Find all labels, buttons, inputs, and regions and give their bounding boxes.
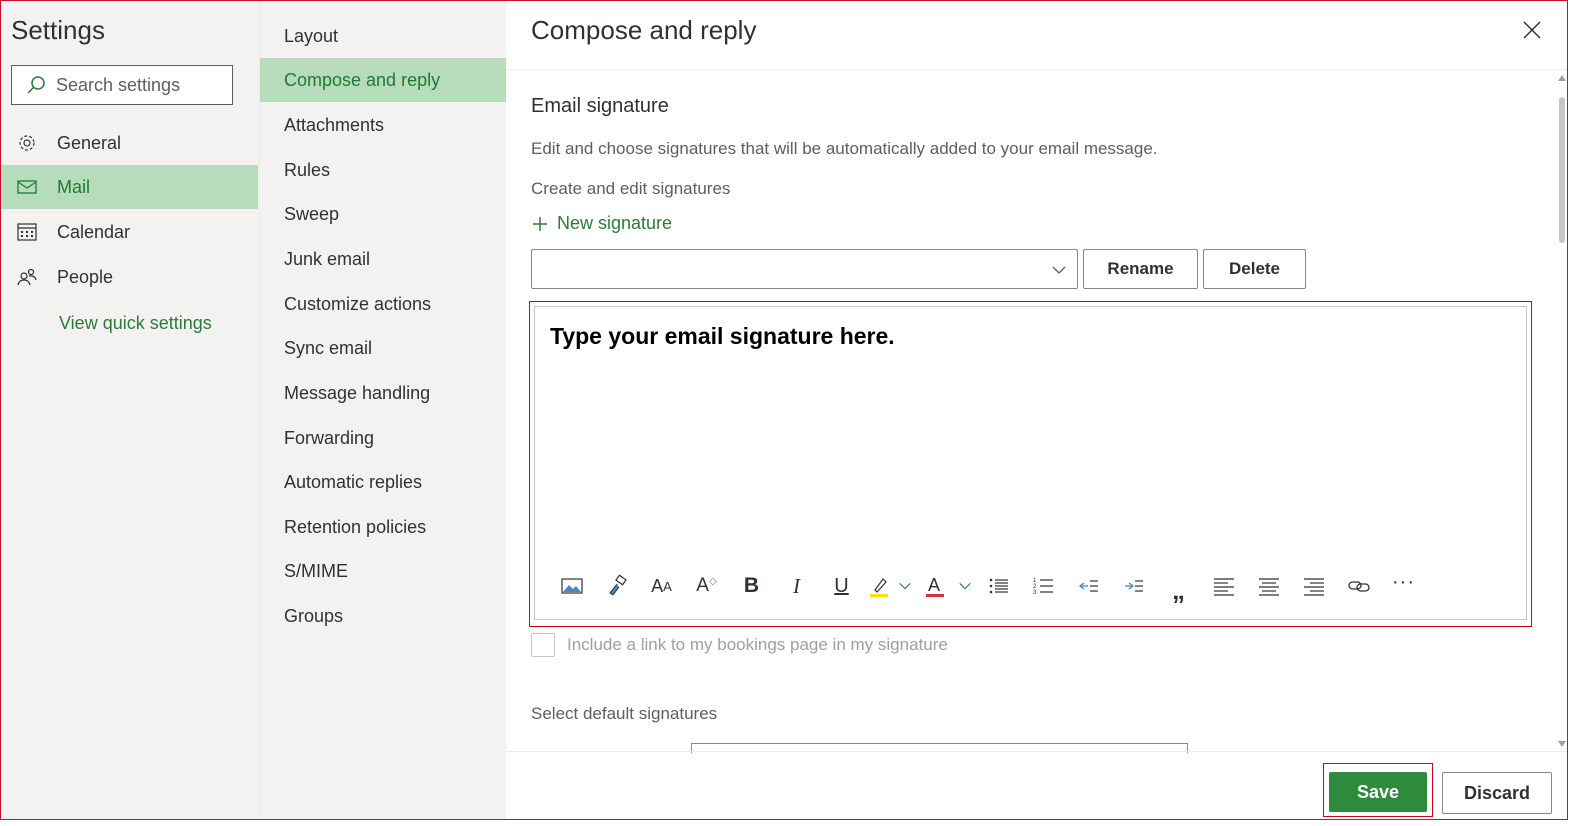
numbering-icon[interactable]: 123 [1021, 571, 1066, 601]
search-icon [27, 76, 45, 94]
decrease-indent-icon[interactable] [1066, 571, 1111, 601]
bullets-icon[interactable] [976, 571, 1021, 601]
settings-window: Settings General Mail Calendar People Vi… [0, 0, 1568, 820]
sidebar-item-label: People [57, 266, 114, 287]
people-icon [17, 268, 37, 286]
svg-text:3: 3 [1033, 590, 1037, 596]
mail-settings-nav: Layout Compose and reply Attachments Rul… [259, 1, 507, 819]
sidebar-item-label: General [57, 132, 122, 153]
bold-icon[interactable]: B [729, 571, 774, 601]
calendar-icon [17, 223, 37, 241]
plus-icon [533, 216, 547, 231]
select-default-label: Select default signatures [531, 704, 718, 723]
midnav-item-sweep[interactable]: Sweep [260, 192, 507, 236]
font-icon[interactable]: AA [639, 571, 684, 601]
header-divider [506, 69, 1567, 70]
midnav-item-smime[interactable]: S/MIME [260, 549, 507, 593]
scroll-up-arrow[interactable] [1558, 75, 1566, 81]
font-size-icon[interactable]: A ◇ [684, 571, 729, 601]
chevron-down-icon [1052, 266, 1066, 274]
close-icon[interactable] [1521, 19, 1543, 41]
insert-image-icon[interactable] [549, 571, 594, 601]
quote-icon[interactable]: „ [1156, 571, 1201, 605]
search-box[interactable] [11, 65, 233, 105]
sidebar-item-label: Mail [57, 176, 91, 197]
include-bookings-label: Include a link to my bookings page in my… [567, 635, 948, 654]
midnav-item-rules[interactable]: Rules [260, 148, 507, 192]
sidebar-item-people[interactable]: People [1, 255, 258, 299]
midnav-item-groups[interactable]: Groups [260, 594, 507, 638]
new-signature-button[interactable]: New signature [531, 213, 672, 234]
include-bookings-checkbox[interactable] [531, 633, 555, 657]
align-left-icon[interactable] [1201, 571, 1246, 601]
highlight-icon[interactable] [864, 571, 894, 601]
font-color-icon[interactable]: A [916, 571, 954, 601]
settings-sidebar: Settings General Mail Calendar People Vi… [1, 1, 259, 819]
formatting-toolbar: AA A ◇ B I U A 123 „ ··· [549, 571, 1426, 605]
highlight-dropdown-icon[interactable] [894, 571, 916, 601]
more-options-icon[interactable]: ··· [1381, 571, 1426, 601]
signature-editor-text[interactable]: Type your email signature here. [550, 323, 895, 350]
settings-content: Compose and reply Email signature Edit a… [506, 1, 1567, 819]
align-right-icon[interactable] [1291, 571, 1336, 601]
font-color-dropdown-icon[interactable] [954, 571, 976, 601]
italic-icon[interactable]: I [774, 571, 819, 601]
format-painter-icon[interactable] [594, 571, 639, 601]
sidebar-item-mail[interactable]: Mail [1, 165, 258, 209]
search-input[interactable] [56, 74, 216, 96]
section-description: Edit and choose signatures that will be … [531, 139, 1158, 158]
view-quick-settings-link[interactable]: View quick settings [59, 313, 212, 334]
section-title: Email signature [531, 95, 669, 117]
midnav-item-compose-and-reply[interactable]: Compose and reply [260, 58, 507, 102]
save-button-highlight: Save [1323, 763, 1433, 817]
discard-button[interactable]: Discard [1442, 772, 1552, 814]
increase-indent-icon[interactable] [1111, 571, 1156, 601]
signature-select[interactable] [531, 249, 1078, 289]
signature-editor[interactable]: Type your email signature here. AA A ◇ B … [534, 306, 1527, 620]
underline-icon[interactable]: U [819, 571, 864, 601]
rename-button[interactable]: Rename [1083, 249, 1198, 289]
page-title: Compose and reply [531, 15, 757, 45]
midnav-item-retention-policies[interactable]: Retention policies [260, 505, 507, 549]
midnav-item-layout[interactable]: Layout [260, 14, 507, 58]
midnav-item-automatic-replies[interactable]: Automatic replies [260, 460, 507, 504]
footer-divider [506, 751, 1567, 752]
include-bookings-option: Include a link to my bookings page in my… [531, 633, 948, 657]
midnav-item-forwarding[interactable]: Forwarding [260, 416, 507, 460]
scroll-thumb[interactable] [1559, 97, 1565, 243]
content-scrollbar[interactable] [1555, 71, 1567, 751]
delete-button[interactable]: Delete [1203, 249, 1306, 289]
midnav-item-attachments[interactable]: Attachments [260, 103, 507, 147]
midnav-item-sync-email[interactable]: Sync email [260, 326, 507, 370]
sidebar-item-label: Calendar [57, 221, 131, 242]
create-edit-label: Create and edit signatures [531, 179, 731, 198]
midnav-item-junk-email[interactable]: Junk email [260, 237, 507, 281]
sidebar-item-general[interactable]: General [1, 121, 258, 165]
signature-editor-highlight: Type your email signature here. AA A ◇ B … [529, 301, 1532, 627]
svg-text:A: A [928, 575, 940, 595]
link-icon[interactable] [1336, 571, 1381, 601]
save-button[interactable]: Save [1329, 772, 1427, 812]
midnav-item-message-handling[interactable]: Message handling [260, 371, 507, 415]
mail-icon [17, 180, 37, 194]
settings-title: Settings [11, 15, 105, 45]
scroll-down-arrow[interactable] [1558, 741, 1566, 747]
sidebar-item-calendar[interactable]: Calendar [1, 210, 258, 254]
new-signature-label: New signature [557, 213, 673, 233]
align-center-icon[interactable] [1246, 571, 1291, 601]
midnav-item-customize-actions[interactable]: Customize actions [260, 282, 507, 326]
gear-icon [19, 135, 35, 151]
